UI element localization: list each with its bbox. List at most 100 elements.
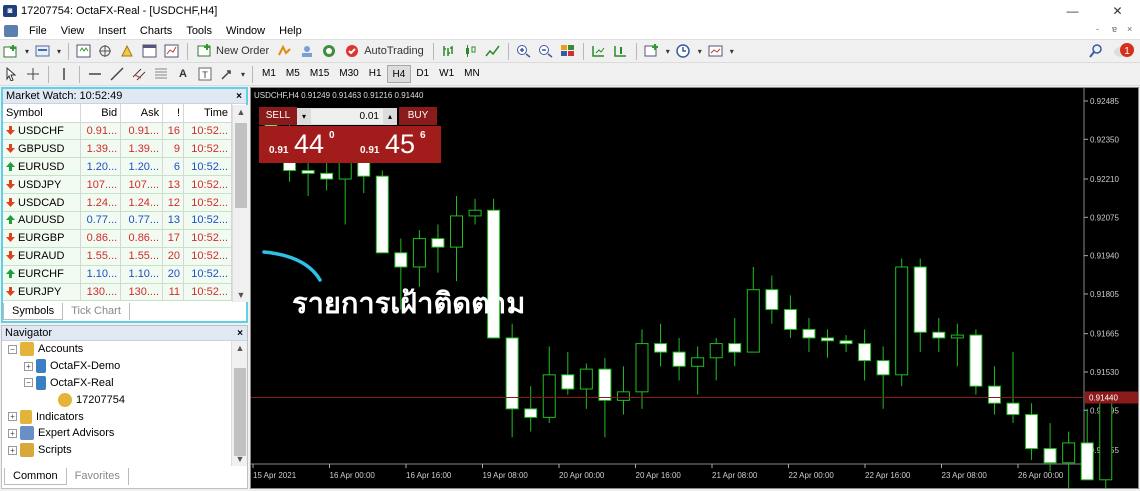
lot-size-input[interactable]: 0.01 (311, 109, 383, 124)
timeframe-m1[interactable]: M1 (257, 65, 281, 83)
tab-tick-chart[interactable]: Tick Chart (63, 303, 130, 320)
column-header-ask[interactable]: Ask (120, 104, 164, 123)
tree-item-account-number[interactable]: 17207754 (8, 391, 125, 408)
table-row[interactable]: EURCHF 1.10... 1.10... 20 10:52... (3, 265, 232, 284)
equidistant-channel-icon[interactable] (129, 65, 149, 84)
sell-price-box[interactable]: 0.91 44 0 (259, 126, 350, 163)
tree-item-indicators[interactable]: + Indicators (8, 408, 125, 425)
buy-price-box[interactable]: 0.91 45 6 (350, 126, 441, 163)
market-icon[interactable] (319, 42, 339, 61)
column-header-time[interactable]: Time (183, 104, 232, 123)
cursor-icon[interactable] (1, 65, 21, 84)
column-header-bid[interactable]: Bid (80, 104, 122, 123)
table-row[interactable]: GBPUSD 1.39... 1.39... 9 10:52... (3, 139, 232, 159)
scroll-down-icon[interactable]: ▼ (233, 290, 249, 300)
table-row[interactable]: AUDUSD 0.77... 0.77... 13 10:52... (3, 211, 232, 230)
table-row[interactable]: EURJPY 130.... 130.... 11 10:52... (3, 283, 232, 302)
vertical-line-icon[interactable] (54, 65, 74, 84)
strategy-tester-icon[interactable] (162, 42, 182, 61)
menu-tools[interactable]: Tools (179, 25, 219, 37)
metaeditor-icon[interactable] (275, 42, 295, 61)
timeframe-m5[interactable]: M5 (281, 65, 305, 83)
fibonacci-icon[interactable] (151, 65, 171, 84)
tab-symbols[interactable]: Symbols (3, 303, 64, 320)
navigator-scrollbar[interactable]: ▲ ▼ (231, 341, 247, 466)
tree-item-expert-advisors[interactable]: + Expert Advisors (8, 425, 125, 442)
new-order-button[interactable]: New Order (193, 42, 273, 61)
table-row[interactable]: EURAUD 1.55... 1.55... 20 10:52... (3, 247, 232, 266)
expand-icon[interactable]: + (8, 412, 17, 422)
menu-window[interactable]: Window (219, 25, 272, 37)
templates-dropdown-icon[interactable]: ▾ (728, 42, 736, 61)
collapse-icon[interactable]: − (24, 378, 33, 388)
bar-chart-icon[interactable] (439, 42, 459, 61)
menu-insert[interactable]: Insert (91, 25, 133, 37)
horizontal-line-icon[interactable] (85, 65, 105, 84)
menu-view[interactable]: View (54, 25, 92, 37)
maximize-button[interactable] (1053, 0, 1098, 22)
timeframe-m15[interactable]: M15 (305, 65, 334, 83)
scrollbar-thumb[interactable] (234, 368, 246, 456)
timeframe-h4[interactable]: H4 (386, 65, 412, 83)
tile-windows-icon[interactable] (558, 42, 578, 61)
arrows-icon[interactable] (217, 65, 237, 84)
close-icon[interactable]: × (236, 89, 242, 104)
lot-increase-icon[interactable]: ▴ (383, 112, 397, 121)
new-chart-dropdown-icon[interactable]: ▾ (23, 42, 31, 61)
timeframe-mn[interactable]: MN (459, 65, 485, 83)
scroll-up-icon[interactable]: ▲ (233, 107, 249, 117)
table-row[interactable]: EURGBP 0.86... 0.86... 17 10:52... (3, 229, 232, 248)
column-header-spread[interactable]: ! (162, 104, 185, 123)
expand-icon[interactable]: + (8, 445, 17, 455)
tree-item-accounts[interactable]: − Accounts (8, 341, 125, 358)
text-icon[interactable]: A (173, 65, 193, 84)
menu-charts[interactable]: Charts (133, 25, 179, 37)
auto-trading-button[interactable]: AutoTrading (341, 42, 428, 61)
expand-icon[interactable]: + (8, 428, 17, 438)
table-row[interactable]: USDJPY 107.... 107.... 13 10:52... (3, 175, 232, 195)
expand-icon[interactable]: + (24, 361, 33, 371)
text-label-icon[interactable]: T (195, 65, 215, 84)
close-icon[interactable]: × (237, 326, 243, 341)
crosshair-icon[interactable] (23, 65, 43, 84)
lot-decrease-icon[interactable]: ▾ (297, 112, 311, 121)
tree-item-scripts[interactable]: + Scripts (8, 442, 125, 459)
scrollbar-thumb[interactable] (235, 123, 247, 208)
line-chart-icon[interactable] (483, 42, 503, 61)
buy-button[interactable]: BUY (399, 107, 437, 125)
search-icon[interactable] (1086, 42, 1106, 61)
mdi-close-button[interactable]: × (1127, 24, 1132, 34)
terminal-icon[interactable] (140, 42, 160, 61)
zoom-out-icon[interactable] (536, 42, 556, 61)
column-header-symbol[interactable]: Symbol (3, 104, 82, 123)
tree-item-octafx-real[interactable]: − OctaFX-Real (8, 375, 125, 392)
indicators-icon[interactable] (642, 42, 662, 61)
mdi-restore-button[interactable]: ɐ (1112, 24, 1117, 34)
scroll-up-icon[interactable]: ▲ (232, 343, 248, 353)
timeframe-h1[interactable]: H1 (364, 65, 387, 83)
chart-window-icon[interactable] (4, 24, 18, 37)
tab-common[interactable]: Common (4, 468, 67, 485)
chart-shift-icon[interactable] (611, 42, 631, 61)
table-row[interactable]: EURUSD 1.20... 1.20... 6 10:52... (3, 157, 232, 177)
trendline-icon[interactable] (107, 65, 127, 84)
timeframe-w1[interactable]: W1 (434, 65, 459, 83)
scroll-down-icon[interactable]: ▼ (232, 454, 248, 464)
navigator-icon[interactable] (118, 42, 138, 61)
signals-icon[interactable] (297, 42, 317, 61)
profiles-dropdown-icon[interactable]: ▾ (55, 42, 63, 61)
candlestick-chart-icon[interactable] (461, 42, 481, 61)
mdi-minimize-button[interactable]: - (1096, 24, 1099, 34)
zoom-in-icon[interactable] (514, 42, 534, 61)
timeframe-m30[interactable]: M30 (334, 65, 363, 83)
table-row[interactable]: USDCAD 1.24... 1.24... 12 10:52... (3, 193, 232, 212)
notifications-icon[interactable]: 1 (1111, 42, 1137, 61)
periods-dropdown-icon[interactable]: ▾ (696, 42, 704, 61)
timeframe-d1[interactable]: D1 (411, 65, 434, 83)
templates-icon[interactable] (706, 42, 726, 61)
tab-favorites[interactable]: Favorites (67, 468, 129, 485)
menu-help[interactable]: Help (272, 25, 309, 37)
market-watch-scrollbar[interactable]: ▲ ▼ (232, 105, 248, 302)
close-window-button[interactable]: ✕ (1095, 0, 1140, 22)
periods-icon[interactable] (674, 42, 694, 61)
